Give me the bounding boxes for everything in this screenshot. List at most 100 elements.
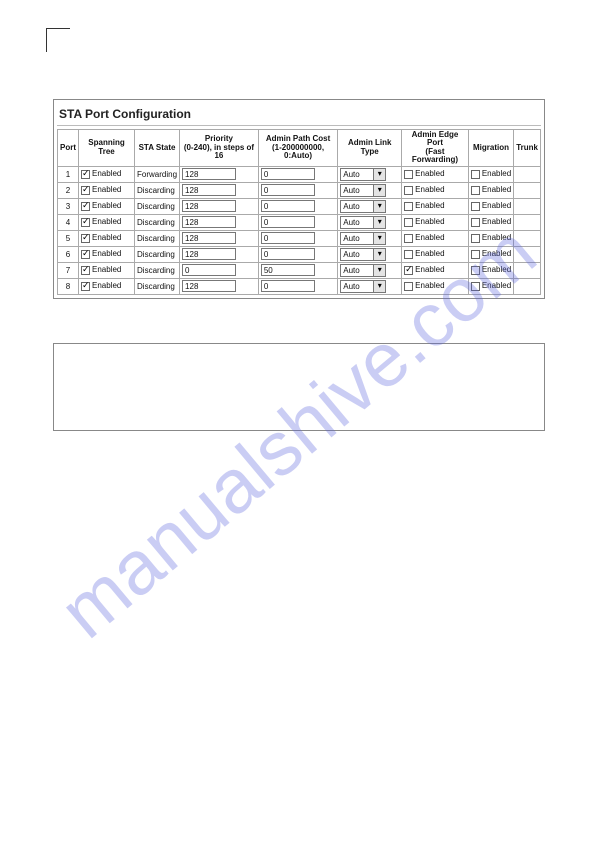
priority-input[interactable]: 128: [182, 184, 236, 196]
edgeport-label: Enabled: [415, 233, 444, 242]
pathcost-input[interactable]: 0: [261, 280, 315, 292]
linktype-value: Auto: [341, 234, 373, 243]
chevron-down-icon[interactable]: ▾: [373, 249, 385, 260]
priority-input[interactable]: 128: [182, 248, 236, 260]
migration-label: Enabled: [482, 185, 511, 194]
migration-checkbox[interactable]: [471, 282, 480, 291]
cell-priority: 128: [180, 166, 259, 182]
edgeport-checkbox[interactable]: [404, 282, 413, 291]
edgeport-checkbox[interactable]: [404, 234, 413, 243]
linktype-select[interactable]: Auto▾: [340, 184, 386, 197]
cell-spanning: Enabled: [79, 246, 135, 262]
spanning-checkbox[interactable]: [81, 234, 90, 243]
cell-migration: Enabled: [468, 262, 513, 278]
pathcost-input[interactable]: 0: [261, 184, 315, 196]
migration-label: Enabled: [482, 217, 511, 226]
edgeport-checkbox[interactable]: [404, 186, 413, 195]
chevron-down-icon[interactable]: ▾: [373, 281, 385, 292]
spanning-checkbox[interactable]: [81, 250, 90, 259]
spanning-checkbox[interactable]: [81, 186, 90, 195]
chevron-down-icon[interactable]: ▾: [373, 217, 385, 228]
priority-input[interactable]: 128: [182, 216, 236, 228]
chevron-down-icon[interactable]: ▾: [373, 201, 385, 212]
linktype-select[interactable]: Auto▾: [340, 200, 386, 213]
priority-input[interactable]: 128: [182, 200, 236, 212]
table-row: 8EnabledDiscarding1280Auto▾EnabledEnable…: [58, 278, 541, 294]
cell-pathcost: 0: [258, 246, 337, 262]
linktype-select[interactable]: Auto▾: [340, 168, 386, 181]
cell-linktype: Auto▾: [338, 166, 402, 182]
priority-input[interactable]: 0: [182, 264, 236, 276]
migration-checkbox[interactable]: [471, 250, 480, 259]
migration-checkbox[interactable]: [471, 170, 480, 179]
cell-spanning: Enabled: [79, 230, 135, 246]
edgeport-label: Enabled: [415, 249, 444, 258]
config-panel: STA Port Configuration Port Spanning Tre…: [53, 99, 545, 299]
migration-checkbox[interactable]: [471, 218, 480, 227]
cell-migration: Enabled: [468, 182, 513, 198]
cell-linktype: Auto▾: [338, 230, 402, 246]
pathcost-input[interactable]: 50: [261, 264, 315, 276]
migration-label: Enabled: [482, 201, 511, 210]
priority-input[interactable]: 128: [182, 232, 236, 244]
linktype-select[interactable]: Auto▾: [340, 216, 386, 229]
edgeport-label: Enabled: [415, 281, 444, 290]
pathcost-input[interactable]: 0: [261, 232, 315, 244]
spanning-checkbox[interactable]: [81, 202, 90, 211]
spanning-checkbox[interactable]: [81, 218, 90, 227]
chevron-down-icon[interactable]: ▾: [373, 265, 385, 276]
migration-checkbox[interactable]: [471, 186, 480, 195]
linktype-select[interactable]: Auto▾: [340, 280, 386, 293]
migration-checkbox[interactable]: [471, 266, 480, 275]
chevron-down-icon[interactable]: ▾: [373, 169, 385, 180]
linktype-select[interactable]: Auto▾: [340, 232, 386, 245]
config-table: Port Spanning Tree STA State Priority (0…: [57, 129, 541, 295]
pathcost-input[interactable]: 0: [261, 248, 315, 260]
cell-trunk: [514, 198, 541, 214]
cell-state: Discarding: [135, 246, 180, 262]
cell-port: 4: [58, 214, 79, 230]
edgeport-checkbox[interactable]: [404, 218, 413, 227]
migration-label: Enabled: [482, 265, 511, 274]
edgeport-checkbox[interactable]: [404, 170, 413, 179]
spanning-checkbox[interactable]: [81, 170, 90, 179]
linktype-select[interactable]: Auto▾: [340, 264, 386, 277]
edgeport-label: Enabled: [415, 169, 444, 178]
migration-checkbox[interactable]: [471, 202, 480, 211]
cell-state: Discarding: [135, 214, 180, 230]
cell-spanning: Enabled: [79, 262, 135, 278]
pathcost-input[interactable]: 0: [261, 168, 315, 180]
spanning-checkbox[interactable]: [81, 282, 90, 291]
chevron-down-icon[interactable]: ▾: [373, 185, 385, 196]
linktype-value: Auto: [341, 282, 373, 291]
cell-linktype: Auto▾: [338, 198, 402, 214]
cell-pathcost: 50: [258, 262, 337, 278]
priority-input[interactable]: 128: [182, 168, 236, 180]
migration-checkbox[interactable]: [471, 234, 480, 243]
linktype-value: Auto: [341, 266, 373, 275]
chevron-down-icon[interactable]: ▾: [373, 233, 385, 244]
th-priority: Priority (0-240), in steps of 16: [180, 130, 259, 167]
priority-input[interactable]: 128: [182, 280, 236, 292]
cell-pathcost: 0: [258, 182, 337, 198]
crop-mark: [46, 28, 70, 52]
edgeport-checkbox[interactable]: [404, 266, 413, 275]
cell-edgeport: Enabled: [402, 166, 469, 182]
linktype-select[interactable]: Auto▾: [340, 248, 386, 261]
cell-port: 8: [58, 278, 79, 294]
cell-port: 1: [58, 166, 79, 182]
edgeport-checkbox[interactable]: [404, 250, 413, 259]
panel-title: STA Port Configuration: [57, 103, 541, 126]
pathcost-input[interactable]: 0: [261, 200, 315, 212]
edgeport-checkbox[interactable]: [404, 202, 413, 211]
spanning-label: Enabled: [92, 185, 121, 194]
cell-migration: Enabled: [468, 246, 513, 262]
th-state: STA State: [135, 130, 180, 167]
cell-port: 3: [58, 198, 79, 214]
cell-pathcost: 0: [258, 198, 337, 214]
th-port: Port: [58, 130, 79, 167]
pathcost-input[interactable]: 0: [261, 216, 315, 228]
cell-trunk: [514, 262, 541, 278]
table-row: 1EnabledForwarding1280Auto▾EnabledEnable…: [58, 166, 541, 182]
spanning-checkbox[interactable]: [81, 266, 90, 275]
